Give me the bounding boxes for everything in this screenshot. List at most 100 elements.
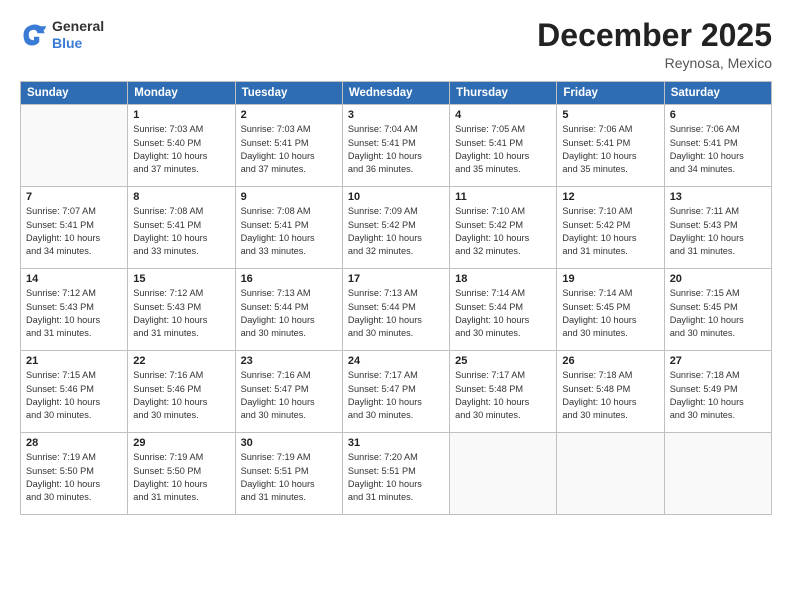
day-info: Sunrise: 7:19 AMSunset: 5:51 PMDaylight:… bbox=[241, 451, 337, 504]
calendar-cell bbox=[21, 105, 128, 187]
weekday-sunday: Sunday bbox=[21, 82, 128, 105]
day-info: Sunrise: 7:13 AMSunset: 5:44 PMDaylight:… bbox=[348, 287, 444, 340]
week-row-4: 21 Sunrise: 7:15 AMSunset: 5:46 PMDayligh… bbox=[21, 351, 772, 433]
calendar-cell: 17 Sunrise: 7:13 AMSunset: 5:44 PMDayligh… bbox=[342, 269, 449, 351]
calendar-cell: 10 Sunrise: 7:09 AMSunset: 5:42 PMDayligh… bbox=[342, 187, 449, 269]
day-number: 20 bbox=[670, 273, 766, 285]
day-info: Sunrise: 7:18 AMSunset: 5:49 PMDaylight:… bbox=[670, 369, 766, 422]
day-number: 5 bbox=[562, 109, 658, 121]
day-info: Sunrise: 7:05 AMSunset: 5:41 PMDaylight:… bbox=[455, 123, 551, 176]
day-info: Sunrise: 7:16 AMSunset: 5:46 PMDaylight:… bbox=[133, 369, 229, 422]
day-info: Sunrise: 7:12 AMSunset: 5:43 PMDaylight:… bbox=[133, 287, 229, 340]
day-info: Sunrise: 7:03 AMSunset: 5:40 PMDaylight:… bbox=[133, 123, 229, 176]
calendar-title: December 2025 bbox=[537, 18, 772, 53]
day-number: 27 bbox=[670, 355, 766, 367]
day-number: 10 bbox=[348, 191, 444, 203]
day-number: 29 bbox=[133, 437, 229, 449]
day-info: Sunrise: 7:09 AMSunset: 5:42 PMDaylight:… bbox=[348, 205, 444, 258]
week-row-3: 14 Sunrise: 7:12 AMSunset: 5:43 PMDayligh… bbox=[21, 269, 772, 351]
calendar-cell: 18Sunrise: 7:14 AMSunset: 5:44 PMDayligh… bbox=[450, 269, 557, 351]
day-info: Sunrise: 7:03 AMSunset: 5:41 PMDaylight:… bbox=[241, 123, 337, 176]
logo-general: General bbox=[52, 18, 104, 35]
day-info: Sunrise: 7:10 AMSunset: 5:42 PMDaylight:… bbox=[562, 205, 658, 258]
calendar-cell bbox=[450, 433, 557, 515]
weekday-header-row: SundayMondayTuesdayWednesdayThursdayFrid… bbox=[21, 82, 772, 105]
calendar-cell: 2 Sunrise: 7:03 AMSunset: 5:41 PMDaylight… bbox=[235, 105, 342, 187]
calendar-cell: 5Sunrise: 7:06 AMSunset: 5:41 PMDaylight… bbox=[557, 105, 664, 187]
day-info: Sunrise: 7:18 AMSunset: 5:48 PMDaylight:… bbox=[562, 369, 658, 422]
week-row-2: 7 Sunrise: 7:07 AMSunset: 5:41 PMDaylight… bbox=[21, 187, 772, 269]
day-info: Sunrise: 7:17 AMSunset: 5:47 PMDaylight:… bbox=[348, 369, 444, 422]
day-info: Sunrise: 7:12 AMSunset: 5:43 PMDaylight:… bbox=[26, 287, 122, 340]
day-info: Sunrise: 7:15 AMSunset: 5:45 PMDaylight:… bbox=[670, 287, 766, 340]
day-number: 8 bbox=[133, 191, 229, 203]
calendar-cell: 29Sunrise: 7:19 AMSunset: 5:50 PMDayligh… bbox=[128, 433, 235, 515]
logo: General Blue bbox=[20, 18, 104, 52]
calendar-cell bbox=[664, 433, 771, 515]
day-info: Sunrise: 7:07 AMSunset: 5:41 PMDaylight:… bbox=[26, 205, 122, 258]
calendar-cell: 13 Sunrise: 7:11 AMSunset: 5:43 PMDayligh… bbox=[664, 187, 771, 269]
logo-text: General Blue bbox=[52, 18, 104, 52]
logo-icon bbox=[20, 21, 48, 49]
day-info: Sunrise: 7:14 AMSunset: 5:45 PMDaylight:… bbox=[562, 287, 658, 340]
day-number: 31 bbox=[348, 437, 444, 449]
day-number: 12 bbox=[562, 191, 658, 203]
calendar-cell: 16Sunrise: 7:13 AMSunset: 5:44 PMDayligh… bbox=[235, 269, 342, 351]
day-number: 7 bbox=[26, 191, 122, 203]
day-info: Sunrise: 7:04 AMSunset: 5:41 PMDaylight:… bbox=[348, 123, 444, 176]
day-number: 28 bbox=[26, 437, 122, 449]
day-info: Sunrise: 7:13 AMSunset: 5:44 PMDaylight:… bbox=[241, 287, 337, 340]
calendar-cell: 11Sunrise: 7:10 AMSunset: 5:42 PMDayligh… bbox=[450, 187, 557, 269]
day-number: 14 bbox=[26, 273, 122, 285]
calendar-cell: 25Sunrise: 7:17 AMSunset: 5:48 PMDayligh… bbox=[450, 351, 557, 433]
calendar-cell: 22Sunrise: 7:16 AMSunset: 5:46 PMDayligh… bbox=[128, 351, 235, 433]
day-number: 24 bbox=[348, 355, 444, 367]
day-number: 3 bbox=[348, 109, 444, 121]
day-number: 13 bbox=[670, 191, 766, 203]
day-info: Sunrise: 7:11 AMSunset: 5:43 PMDaylight:… bbox=[670, 205, 766, 258]
calendar-cell: 26Sunrise: 7:18 AMSunset: 5:48 PMDayligh… bbox=[557, 351, 664, 433]
day-info: Sunrise: 7:17 AMSunset: 5:48 PMDaylight:… bbox=[455, 369, 551, 422]
calendar-cell: 14 Sunrise: 7:12 AMSunset: 5:43 PMDayligh… bbox=[21, 269, 128, 351]
day-info: Sunrise: 7:20 AMSunset: 5:51 PMDaylight:… bbox=[348, 451, 444, 504]
calendar-cell: 24 Sunrise: 7:17 AMSunset: 5:47 PMDayligh… bbox=[342, 351, 449, 433]
weekday-thursday: Thursday bbox=[450, 82, 557, 105]
calendar-subtitle: Reynosa, Mexico bbox=[537, 55, 772, 71]
day-number: 18 bbox=[455, 273, 551, 285]
weekday-monday: Monday bbox=[128, 82, 235, 105]
day-info: Sunrise: 7:15 AMSunset: 5:46 PMDaylight:… bbox=[26, 369, 122, 422]
weekday-tuesday: Tuesday bbox=[235, 82, 342, 105]
day-number: 21 bbox=[26, 355, 122, 367]
calendar-cell: 12 Sunrise: 7:10 AMSunset: 5:42 PMDayligh… bbox=[557, 187, 664, 269]
calendar-cell: 9Sunrise: 7:08 AMSunset: 5:41 PMDaylight… bbox=[235, 187, 342, 269]
logo-blue: Blue bbox=[52, 35, 104, 52]
day-number: 15 bbox=[133, 273, 229, 285]
calendar-cell: 6 Sunrise: 7:06 AMSunset: 5:41 PMDaylight… bbox=[664, 105, 771, 187]
day-number: 6 bbox=[670, 109, 766, 121]
day-info: Sunrise: 7:08 AMSunset: 5:41 PMDaylight:… bbox=[133, 205, 229, 258]
day-number: 2 bbox=[241, 109, 337, 121]
day-info: Sunrise: 7:16 AMSunset: 5:47 PMDaylight:… bbox=[241, 369, 337, 422]
calendar-cell: 20 Sunrise: 7:15 AMSunset: 5:45 PMDayligh… bbox=[664, 269, 771, 351]
day-number: 17 bbox=[348, 273, 444, 285]
weekday-saturday: Saturday bbox=[664, 82, 771, 105]
calendar-cell: 3 Sunrise: 7:04 AMSunset: 5:41 PMDaylight… bbox=[342, 105, 449, 187]
day-number: 1 bbox=[133, 109, 229, 121]
calendar-cell: 15 Sunrise: 7:12 AMSunset: 5:43 PMDayligh… bbox=[128, 269, 235, 351]
weekday-wednesday: Wednesday bbox=[342, 82, 449, 105]
day-info: Sunrise: 7:06 AMSunset: 5:41 PMDaylight:… bbox=[670, 123, 766, 176]
calendar-cell: 30Sunrise: 7:19 AMSunset: 5:51 PMDayligh… bbox=[235, 433, 342, 515]
calendar-cell: 4Sunrise: 7:05 AMSunset: 5:41 PMDaylight… bbox=[450, 105, 557, 187]
weekday-friday: Friday bbox=[557, 82, 664, 105]
day-number: 19 bbox=[562, 273, 658, 285]
week-row-5: 28 Sunrise: 7:19 AMSunset: 5:50 PMDayligh… bbox=[21, 433, 772, 515]
calendar-table: SundayMondayTuesdayWednesdayThursdayFrid… bbox=[20, 81, 772, 515]
header: General Blue December 2025 Reynosa, Mexi… bbox=[20, 18, 772, 71]
week-row-1: 1 Sunrise: 7:03 AMSunset: 5:40 PMDaylight… bbox=[21, 105, 772, 187]
calendar-cell: 31 Sunrise: 7:20 AMSunset: 5:51 PMDayligh… bbox=[342, 433, 449, 515]
day-info: Sunrise: 7:19 AMSunset: 5:50 PMDaylight:… bbox=[26, 451, 122, 504]
calendar-cell: 19 Sunrise: 7:14 AMSunset: 5:45 PMDayligh… bbox=[557, 269, 664, 351]
page: General Blue December 2025 Reynosa, Mexi… bbox=[0, 0, 792, 612]
calendar-cell: 23Sunrise: 7:16 AMSunset: 5:47 PMDayligh… bbox=[235, 351, 342, 433]
calendar-cell: 7 Sunrise: 7:07 AMSunset: 5:41 PMDaylight… bbox=[21, 187, 128, 269]
